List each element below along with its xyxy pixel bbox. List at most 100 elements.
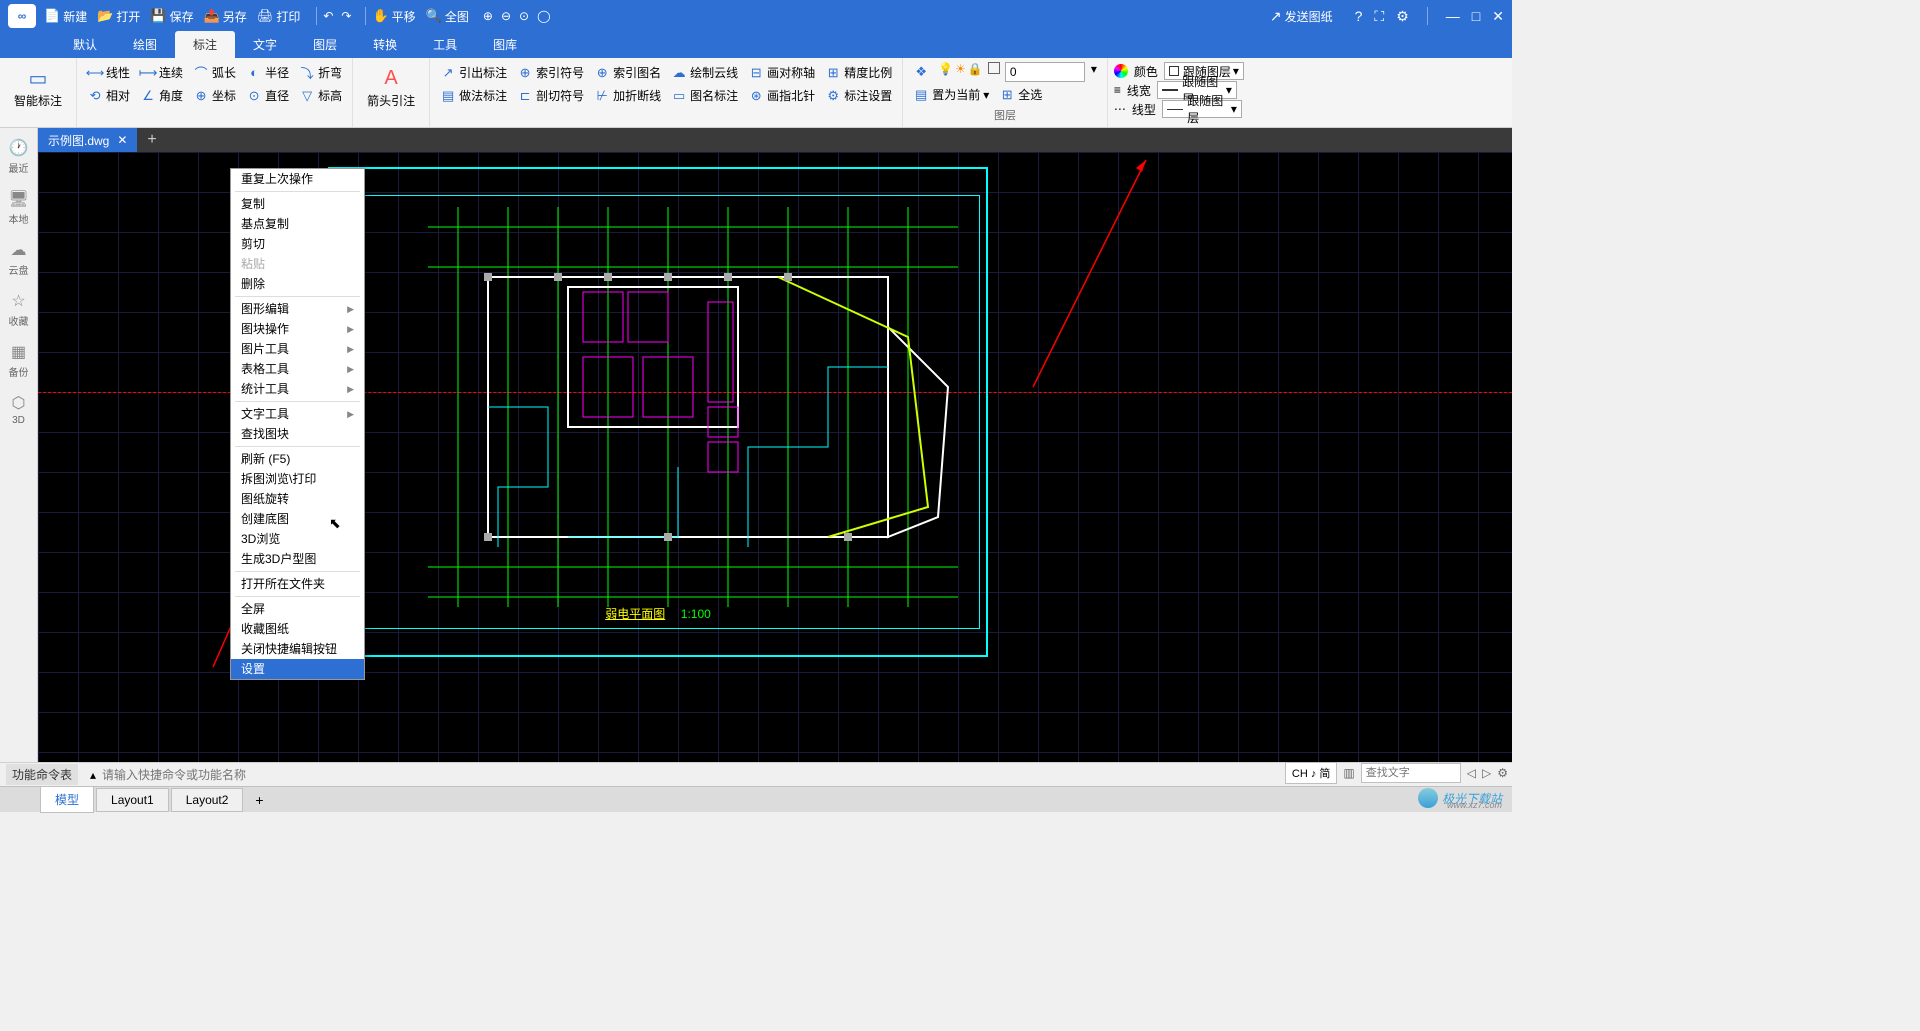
send-drawing-button[interactable]: ↗发送图纸 — [1270, 8, 1333, 25]
dim-btn-8[interactable]: ⊙直径 — [242, 85, 293, 106]
select-all-button[interactable]: ⊞全选 — [995, 84, 1046, 105]
dim-btn-7[interactable]: ⊕坐标 — [189, 85, 240, 106]
layout-tab-0[interactable]: 模型 — [40, 786, 94, 813]
mark-btn-6[interactable]: ▤做法标注 — [436, 85, 511, 106]
menu-tab-6[interactable]: 工具 — [415, 31, 475, 58]
layer-manager-button[interactable]: ❖ — [909, 62, 936, 82]
context-item-19[interactable]: 图纸旋转 — [231, 489, 364, 509]
doc-tab-add-button[interactable]: + — [137, 131, 166, 149]
layout-tab-add-button[interactable]: + — [245, 789, 273, 811]
dim-btn-4[interactable]: ⤵折弯 — [295, 62, 346, 83]
context-item-24[interactable]: 打开所在文件夹 — [231, 574, 364, 594]
smart-annotate-button[interactable]: ▭ 智能标注 — [6, 62, 70, 113]
sidebar-item-2[interactable]: ☁云盘 — [1, 234, 37, 283]
context-item-3[interactable]: 基点复制 — [231, 214, 364, 234]
mark-btn-0[interactable]: ↗引出标注 — [436, 62, 511, 83]
arrow-leader-button[interactable]: A 箭头引注 — [359, 62, 423, 113]
app-logo[interactable]: ∞ — [8, 4, 36, 28]
context-item-21[interactable]: 3D浏览 — [231, 529, 364, 549]
context-item-22[interactable]: 生成3D户型图 — [231, 549, 364, 569]
status-gear-icon[interactable]: ⚙ — [1497, 766, 1508, 780]
context-item-17[interactable]: 刷新 (F5) — [231, 449, 364, 469]
mark-btn-8[interactable]: ⊬加折断线 — [590, 85, 665, 106]
menu-tab-0[interactable]: 默认 — [55, 31, 115, 58]
layer-name-input[interactable] — [1005, 62, 1085, 82]
zoom-out-icon[interactable]: ⊖ — [501, 9, 511, 23]
doc-tab-close-icon[interactable]: ✕ — [117, 133, 127, 147]
saveas-button[interactable]: 📤另存 — [204, 8, 247, 25]
zoom-extents-icon[interactable]: ◯ — [537, 9, 550, 23]
context-item-8[interactable]: 图形编辑▶ — [231, 299, 364, 319]
linetype-dropdown[interactable]: 跟随图层▾ — [1162, 100, 1242, 118]
help-icon[interactable]: ? — [1355, 8, 1363, 24]
mark-btn-9[interactable]: ▭图名标注 — [667, 85, 742, 106]
context-item-18[interactable]: 拆图浏览\打印 — [231, 469, 364, 489]
settings-icon[interactable]: ⚙ — [1396, 8, 1409, 25]
dim-btn-2[interactable]: ⌒弧长 — [189, 62, 240, 83]
dim-btn-1[interactable]: ⟼连续 — [136, 62, 187, 83]
menu-tab-4[interactable]: 图层 — [295, 31, 355, 58]
zoom-window-icon[interactable]: ⊙ — [519, 9, 529, 23]
search-text-input[interactable] — [1361, 763, 1461, 783]
search-prev-icon[interactable]: ◁ — [1467, 766, 1476, 780]
context-item-14[interactable]: 文字工具▶ — [231, 404, 364, 424]
redo-icon[interactable]: ↷ — [341, 9, 351, 23]
dim-btn-6[interactable]: ∠角度 — [136, 85, 187, 106]
sidebar-item-0[interactable]: 🕐最近 — [1, 132, 37, 181]
open-button[interactable]: 📂打开 — [97, 8, 140, 25]
menu-tab-5[interactable]: 转换 — [355, 31, 415, 58]
sun-icon[interactable]: ☀ — [955, 62, 966, 82]
lock-icon[interactable]: 🔒 — [968, 62, 983, 82]
command-bar-dropdown-icon[interactable]: ▴ — [84, 768, 102, 782]
layer-color-swatch[interactable] — [988, 62, 1000, 74]
dim-btn-3[interactable]: ◐半径 — [242, 62, 293, 83]
mark-btn-11[interactable]: ⚙标注设置 — [821, 85, 896, 106]
context-item-6[interactable]: 删除 — [231, 274, 364, 294]
mark-btn-3[interactable]: ☁绘制云线 — [667, 62, 742, 83]
search-next-icon[interactable]: ▷ — [1482, 766, 1491, 780]
minimize-icon[interactable]: — — [1446, 8, 1460, 24]
menu-tab-1[interactable]: 绘图 — [115, 31, 175, 58]
mark-btn-10[interactable]: ⊛画指北针 — [744, 85, 819, 106]
status-icon-1[interactable]: ▥ — [1343, 766, 1354, 780]
context-item-15[interactable]: 查找图块 — [231, 424, 364, 444]
pan-button[interactable]: ✋平移 — [372, 8, 415, 25]
context-item-12[interactable]: 统计工具▶ — [231, 379, 364, 399]
context-item-11[interactable]: 表格工具▶ — [231, 359, 364, 379]
menu-tab-7[interactable]: 图库 — [475, 31, 535, 58]
close-window-icon[interactable]: ✕ — [1492, 8, 1504, 25]
maximize-icon[interactable]: □ — [1472, 8, 1480, 24]
context-item-0[interactable]: 重复上次操作 — [231, 169, 364, 189]
context-item-4[interactable]: 剪切 — [231, 234, 364, 254]
mark-btn-2[interactable]: ⊕索引图名 — [590, 62, 665, 83]
layout-tab-1[interactable]: Layout1 — [96, 788, 169, 812]
fullscreen-icon[interactable]: ⛶ — [1374, 8, 1384, 25]
context-item-20[interactable]: 创建底图 — [231, 509, 364, 529]
menu-tab-3[interactable]: 文字 — [235, 31, 295, 58]
dim-btn-9[interactable]: ▽标高 — [295, 85, 346, 106]
command-bar-label[interactable]: 功能命令表 — [6, 764, 78, 785]
ime-status[interactable]: CH ♪ 简 — [1285, 762, 1338, 784]
context-item-9[interactable]: 图块操作▶ — [231, 319, 364, 339]
doc-tab-active[interactable]: 示例图.dwg ✕ — [38, 128, 137, 152]
context-item-28[interactable]: 关闭快捷编辑按钮 — [231, 639, 364, 659]
sidebar-item-5[interactable]: ⬡3D — [1, 387, 37, 432]
save-button[interactable]: 💾保存 — [150, 8, 193, 25]
undo-icon[interactable]: ↶ — [323, 9, 333, 23]
context-item-29[interactable]: 设置 — [231, 659, 364, 679]
mark-btn-7[interactable]: ⊏剖切符号 — [513, 85, 588, 106]
layer-dropdown-icon[interactable]: ▾ — [1087, 62, 1101, 82]
context-item-26[interactable]: 全屏 — [231, 599, 364, 619]
menu-tab-2[interactable]: 标注 — [175, 31, 235, 58]
new-button[interactable]: 📄新建 — [44, 8, 87, 25]
sidebar-item-3[interactable]: ☆收藏 — [1, 285, 37, 334]
context-item-27[interactable]: 收藏图纸 — [231, 619, 364, 639]
color-wheel-icon[interactable] — [1114, 64, 1128, 78]
context-item-2[interactable]: 复制 — [231, 194, 364, 214]
context-item-10[interactable]: 图片工具▶ — [231, 339, 364, 359]
mark-btn-1[interactable]: ⊕索引符号 — [513, 62, 588, 83]
zoom-fit-button[interactable]: 🔍全图 — [426, 8, 469, 25]
dim-btn-0[interactable]: ⟷线性 — [83, 62, 134, 83]
zoom-in-icon[interactable]: ⊕ — [483, 9, 493, 23]
set-current-layer-button[interactable]: ▤置为当前▾ — [909, 84, 993, 105]
